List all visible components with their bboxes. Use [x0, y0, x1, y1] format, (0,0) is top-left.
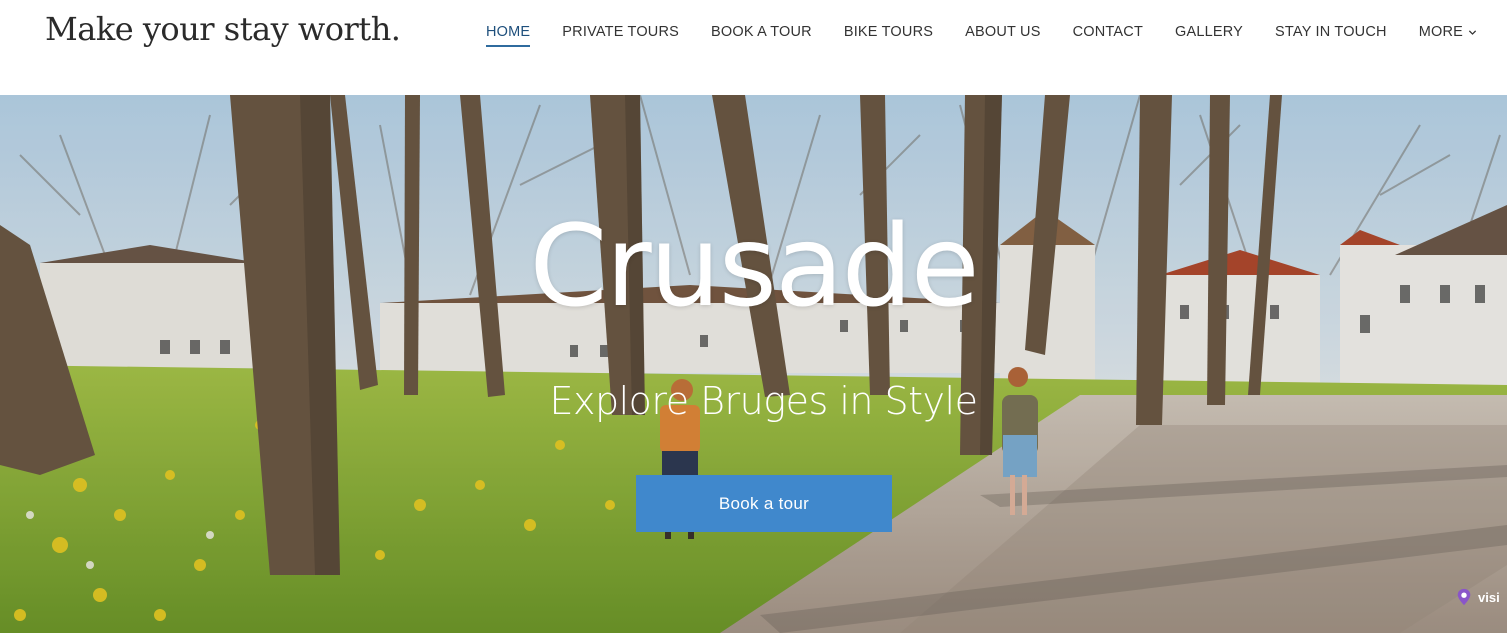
nav-contact[interactable]: CONTACT: [1073, 23, 1143, 41]
main-nav: HOME PRIVATE TOURS BOOK A TOUR BIKE TOUR…: [454, 21, 1477, 47]
hero-section: Crusade Explore Bruges in Style Book a t…: [0, 95, 1507, 633]
nav-private-tours[interactable]: PRIVATE TOURS: [562, 23, 679, 41]
location-pin-icon: [1457, 588, 1471, 606]
nav-gallery[interactable]: GALLERY: [1175, 23, 1243, 41]
hero-image: [0, 95, 1507, 633]
visit-badge[interactable]: visi: [1455, 583, 1507, 611]
chevron-down-icon: [1468, 29, 1477, 35]
nav-bike-tours[interactable]: BIKE TOURS: [844, 23, 933, 41]
book-a-tour-button[interactable]: Book a tour: [636, 475, 892, 532]
hero-subtitle: Explore Bruges in Style: [549, 379, 979, 423]
site-header: Make your stay worth. HOME PRIVATE TOURS…: [0, 0, 1507, 95]
nav-more-label: MORE: [1418, 24, 1463, 40]
nav-book-a-tour[interactable]: BOOK A TOUR: [711, 23, 812, 41]
nav-about-us[interactable]: ABOUT US: [965, 23, 1040, 41]
nav-home[interactable]: HOME: [485, 23, 531, 47]
site-title[interactable]: Make your stay worth.: [45, 10, 401, 48]
nav-stay-in-touch[interactable]: STAY IN TOUCH: [1275, 23, 1387, 41]
hero-title: Crusade: [529, 202, 979, 332]
nav-more[interactable]: MORE: [1419, 23, 1477, 41]
badge-text: visi: [1478, 589, 1500, 605]
